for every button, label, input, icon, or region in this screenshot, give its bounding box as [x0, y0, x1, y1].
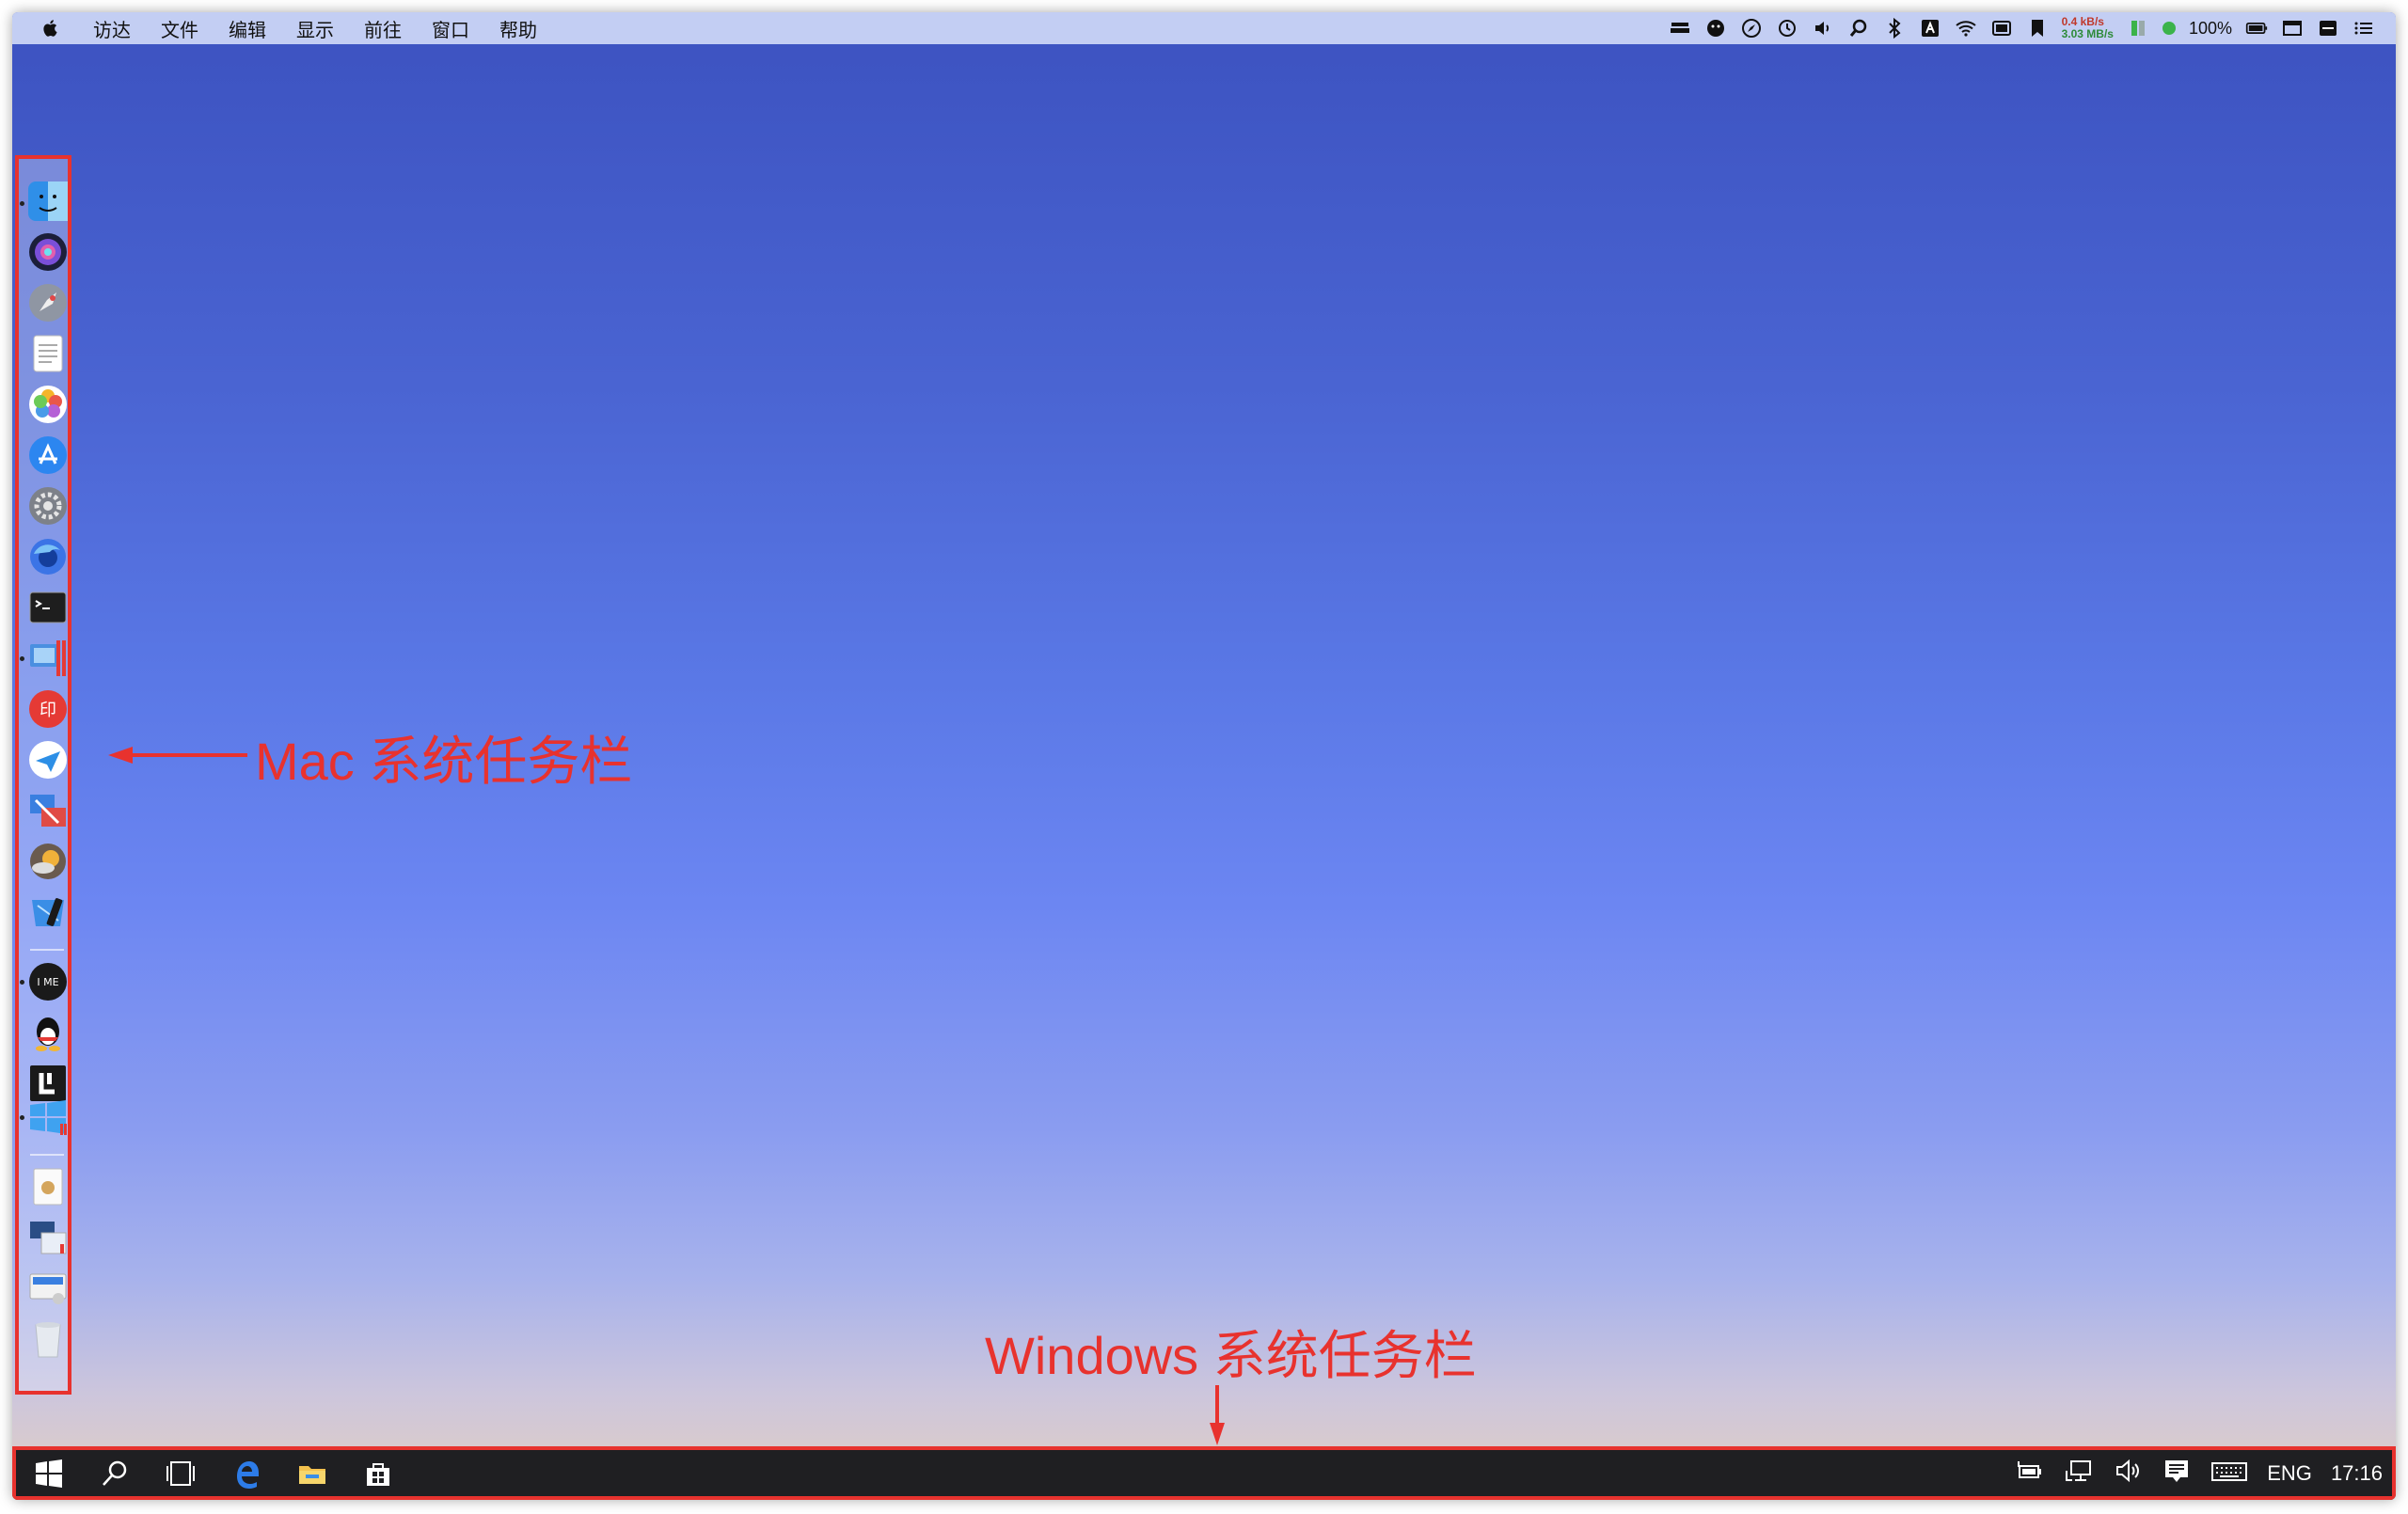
search-icon: [103, 1460, 127, 1486]
running-indicator: [20, 656, 24, 661]
launchpad-icon[interactable]: [28, 283, 68, 323]
menu-help[interactable]: 帮助: [499, 15, 537, 42]
photos-icon[interactable]: [28, 385, 68, 424]
clock-icon[interactable]: [1776, 17, 1798, 39]
language-indicator[interactable]: ENG: [2267, 1461, 2312, 1486]
mac-dock: 印 I ME: [15, 155, 71, 1395]
qq-icon[interactable]: [28, 1013, 68, 1052]
power-icon[interactable]: [2015, 1456, 2045, 1490]
input-method-icon[interactable]: [1919, 17, 1941, 39]
network-icon[interactable]: [2064, 1456, 2094, 1490]
menu-go[interactable]: 前往: [364, 15, 402, 42]
folder-icon: [299, 1465, 325, 1484]
font-app-icon[interactable]: 印: [28, 689, 68, 729]
menu-window[interactable]: 窗口: [432, 15, 469, 42]
menu-file[interactable]: 文件: [161, 15, 198, 42]
disk-utility-icon[interactable]: [28, 842, 68, 881]
keyboard-icon[interactable]: [2210, 1456, 2248, 1490]
trash-icon[interactable]: [28, 1319, 68, 1359]
ime-icon[interactable]: I ME: [28, 962, 68, 1001]
dock-separator: [30, 1154, 64, 1156]
stack-icon[interactable]: [1669, 17, 1691, 39]
airmail-icon[interactable]: [28, 740, 68, 780]
windows-taskbar: ENG 17:16: [12, 1446, 2396, 1500]
clock[interactable]: 17:16: [2331, 1461, 2383, 1486]
list-icon[interactable]: [2353, 17, 2375, 39]
action-center-icon[interactable]: [2162, 1456, 2192, 1490]
display-icon[interactable]: [28, 1269, 68, 1308]
running-indicator: [20, 980, 24, 985]
edge-icon: [237, 1460, 259, 1489]
dock-separator: [30, 949, 64, 951]
wifi-icon[interactable]: [1955, 17, 1977, 39]
display-icon[interactable]: [1990, 17, 2013, 39]
speaker-icon[interactable]: [2113, 1456, 2143, 1490]
edge-button[interactable]: [214, 1450, 279, 1496]
app-store-icon[interactable]: [28, 435, 68, 475]
mac-menubar: 访达 文件 编辑 显示 前往 窗口 帮助 0.4 kB/s 3.03 MB/s …: [12, 12, 2396, 44]
preview-icon[interactable]: [28, 1167, 68, 1206]
start-button[interactable]: [16, 1450, 82, 1496]
mac-taskbar-label: Mac 系统任务栏: [255, 732, 633, 791]
remote-desktop-icon[interactable]: [28, 791, 68, 830]
screenshot-icon[interactable]: [28, 1218, 68, 1257]
terminal-icon[interactable]: [28, 588, 68, 627]
search-icon[interactable]: [1847, 17, 1870, 39]
compass-icon[interactable]: [1740, 17, 1763, 39]
menu-view[interactable]: 显示: [296, 15, 334, 42]
status-dot-icon[interactable]: [2162, 22, 2176, 35]
net-download: 3.03 MB/s: [2061, 27, 2114, 40]
notes-icon[interactable]: [28, 334, 68, 373]
windows-icon[interactable]: [28, 1097, 68, 1137]
windows-logo-icon: [36, 1459, 62, 1488]
face-icon[interactable]: [1704, 17, 1727, 39]
store-button[interactable]: [345, 1450, 411, 1496]
task-view-icon: [166, 1460, 195, 1486]
system-tray: ENG 17:16: [2015, 1450, 2383, 1496]
arrow-left-icon: [108, 747, 247, 764]
memory-bars-icon[interactable]: [2127, 17, 2149, 39]
network-speed[interactable]: 0.4 kB/s 3.03 MB/s: [2062, 16, 2114, 40]
windows-taskbar-label: Windows 系统任务栏: [985, 1326, 1477, 1385]
app-window-icon[interactable]: [2317, 17, 2339, 39]
desktop: 访达 文件 编辑 显示 前往 窗口 帮助 0.4 kB/s 3.03 MB/s …: [12, 12, 2396, 1500]
bluetooth-icon[interactable]: [1883, 17, 1906, 39]
svg-text:I ME: I ME: [37, 976, 58, 988]
parallels-icon[interactable]: [28, 639, 68, 678]
volume-icon[interactable]: [1812, 17, 1834, 39]
arrow-down-icon: [1210, 1385, 1225, 1445]
store-icon: [367, 1462, 389, 1486]
finder-icon[interactable]: [28, 181, 68, 221]
task-view-button[interactable]: [148, 1450, 214, 1496]
bookmark-icon[interactable]: [2026, 17, 2049, 39]
firefox-icon[interactable]: [28, 537, 68, 576]
file-explorer-button[interactable]: [279, 1450, 345, 1496]
window-icon[interactable]: [2281, 17, 2304, 39]
status-area: 0.4 kB/s 3.03 MB/s 100%: [1669, 12, 2375, 44]
menu-edit[interactable]: 编辑: [229, 15, 266, 42]
battery-percent[interactable]: 100%: [2189, 19, 2232, 39]
search-button[interactable]: [82, 1450, 148, 1496]
running-indicator: [20, 201, 24, 206]
menu-finder[interactable]: 访达: [93, 15, 131, 42]
running-indicator: [20, 1115, 24, 1120]
svg-text:印: 印: [40, 701, 56, 720]
apple-icon[interactable]: [40, 18, 61, 39]
battery-icon[interactable]: [2245, 17, 2268, 39]
siri-icon[interactable]: [28, 232, 68, 272]
xcode-icon[interactable]: [28, 892, 68, 932]
system-preferences-icon[interactable]: [28, 486, 68, 526]
